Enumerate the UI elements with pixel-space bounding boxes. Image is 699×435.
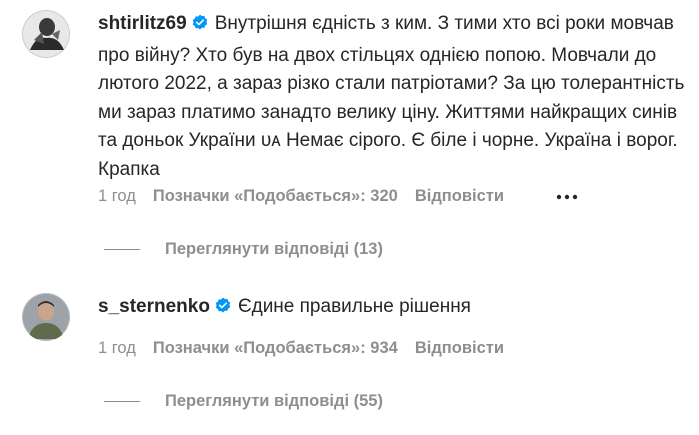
verified-badge-icon [214, 296, 232, 325]
comment-body: s_sternenko Єдине правильне рішення [98, 293, 698, 325]
timestamp[interactable]: 1 год [98, 339, 136, 358]
likes-button[interactable]: Позначки «Подобається»: 320 [153, 187, 398, 206]
likes-button[interactable]: Позначки «Подобається»: 934 [153, 339, 398, 358]
view-replies-label: Переглянути відповіді (55) [165, 392, 383, 410]
comment-text: Єдине правильне рішення [237, 296, 471, 317]
username[interactable]: shtirlitz69 [98, 13, 187, 34]
comment-meta: 1 год Позначки «Подобається»: 320 Відпов… [98, 187, 504, 206]
view-replies-label: Переглянути відповіді (13) [165, 240, 383, 258]
view-replies-button[interactable]: Переглянути відповіді (13) [104, 240, 383, 259]
more-options-icon[interactable] [552, 187, 582, 207]
view-replies-button[interactable]: Переглянути відповіді (55) [104, 392, 383, 411]
replies-divider [104, 401, 140, 402]
verified-badge-icon [191, 13, 209, 42]
avatar[interactable] [22, 293, 70, 341]
comment-body: shtirlitz69 Внутрішня єдність з ким. З ти… [98, 10, 698, 184]
reply-button[interactable]: Відповісти [415, 187, 504, 206]
timestamp[interactable]: 1 год [98, 187, 136, 206]
comment-text: Внутрішня єдність з ким. З тими хто всі … [98, 13, 685, 180]
avatar-image [22, 293, 70, 341]
comment-meta: 1 год Позначки «Подобається»: 934 Відпов… [98, 339, 504, 358]
avatar-image [22, 10, 70, 58]
avatar[interactable] [22, 10, 70, 58]
username[interactable]: s_sternenko [98, 296, 210, 317]
reply-button[interactable]: Відповісти [415, 339, 504, 358]
replies-divider [104, 249, 140, 250]
